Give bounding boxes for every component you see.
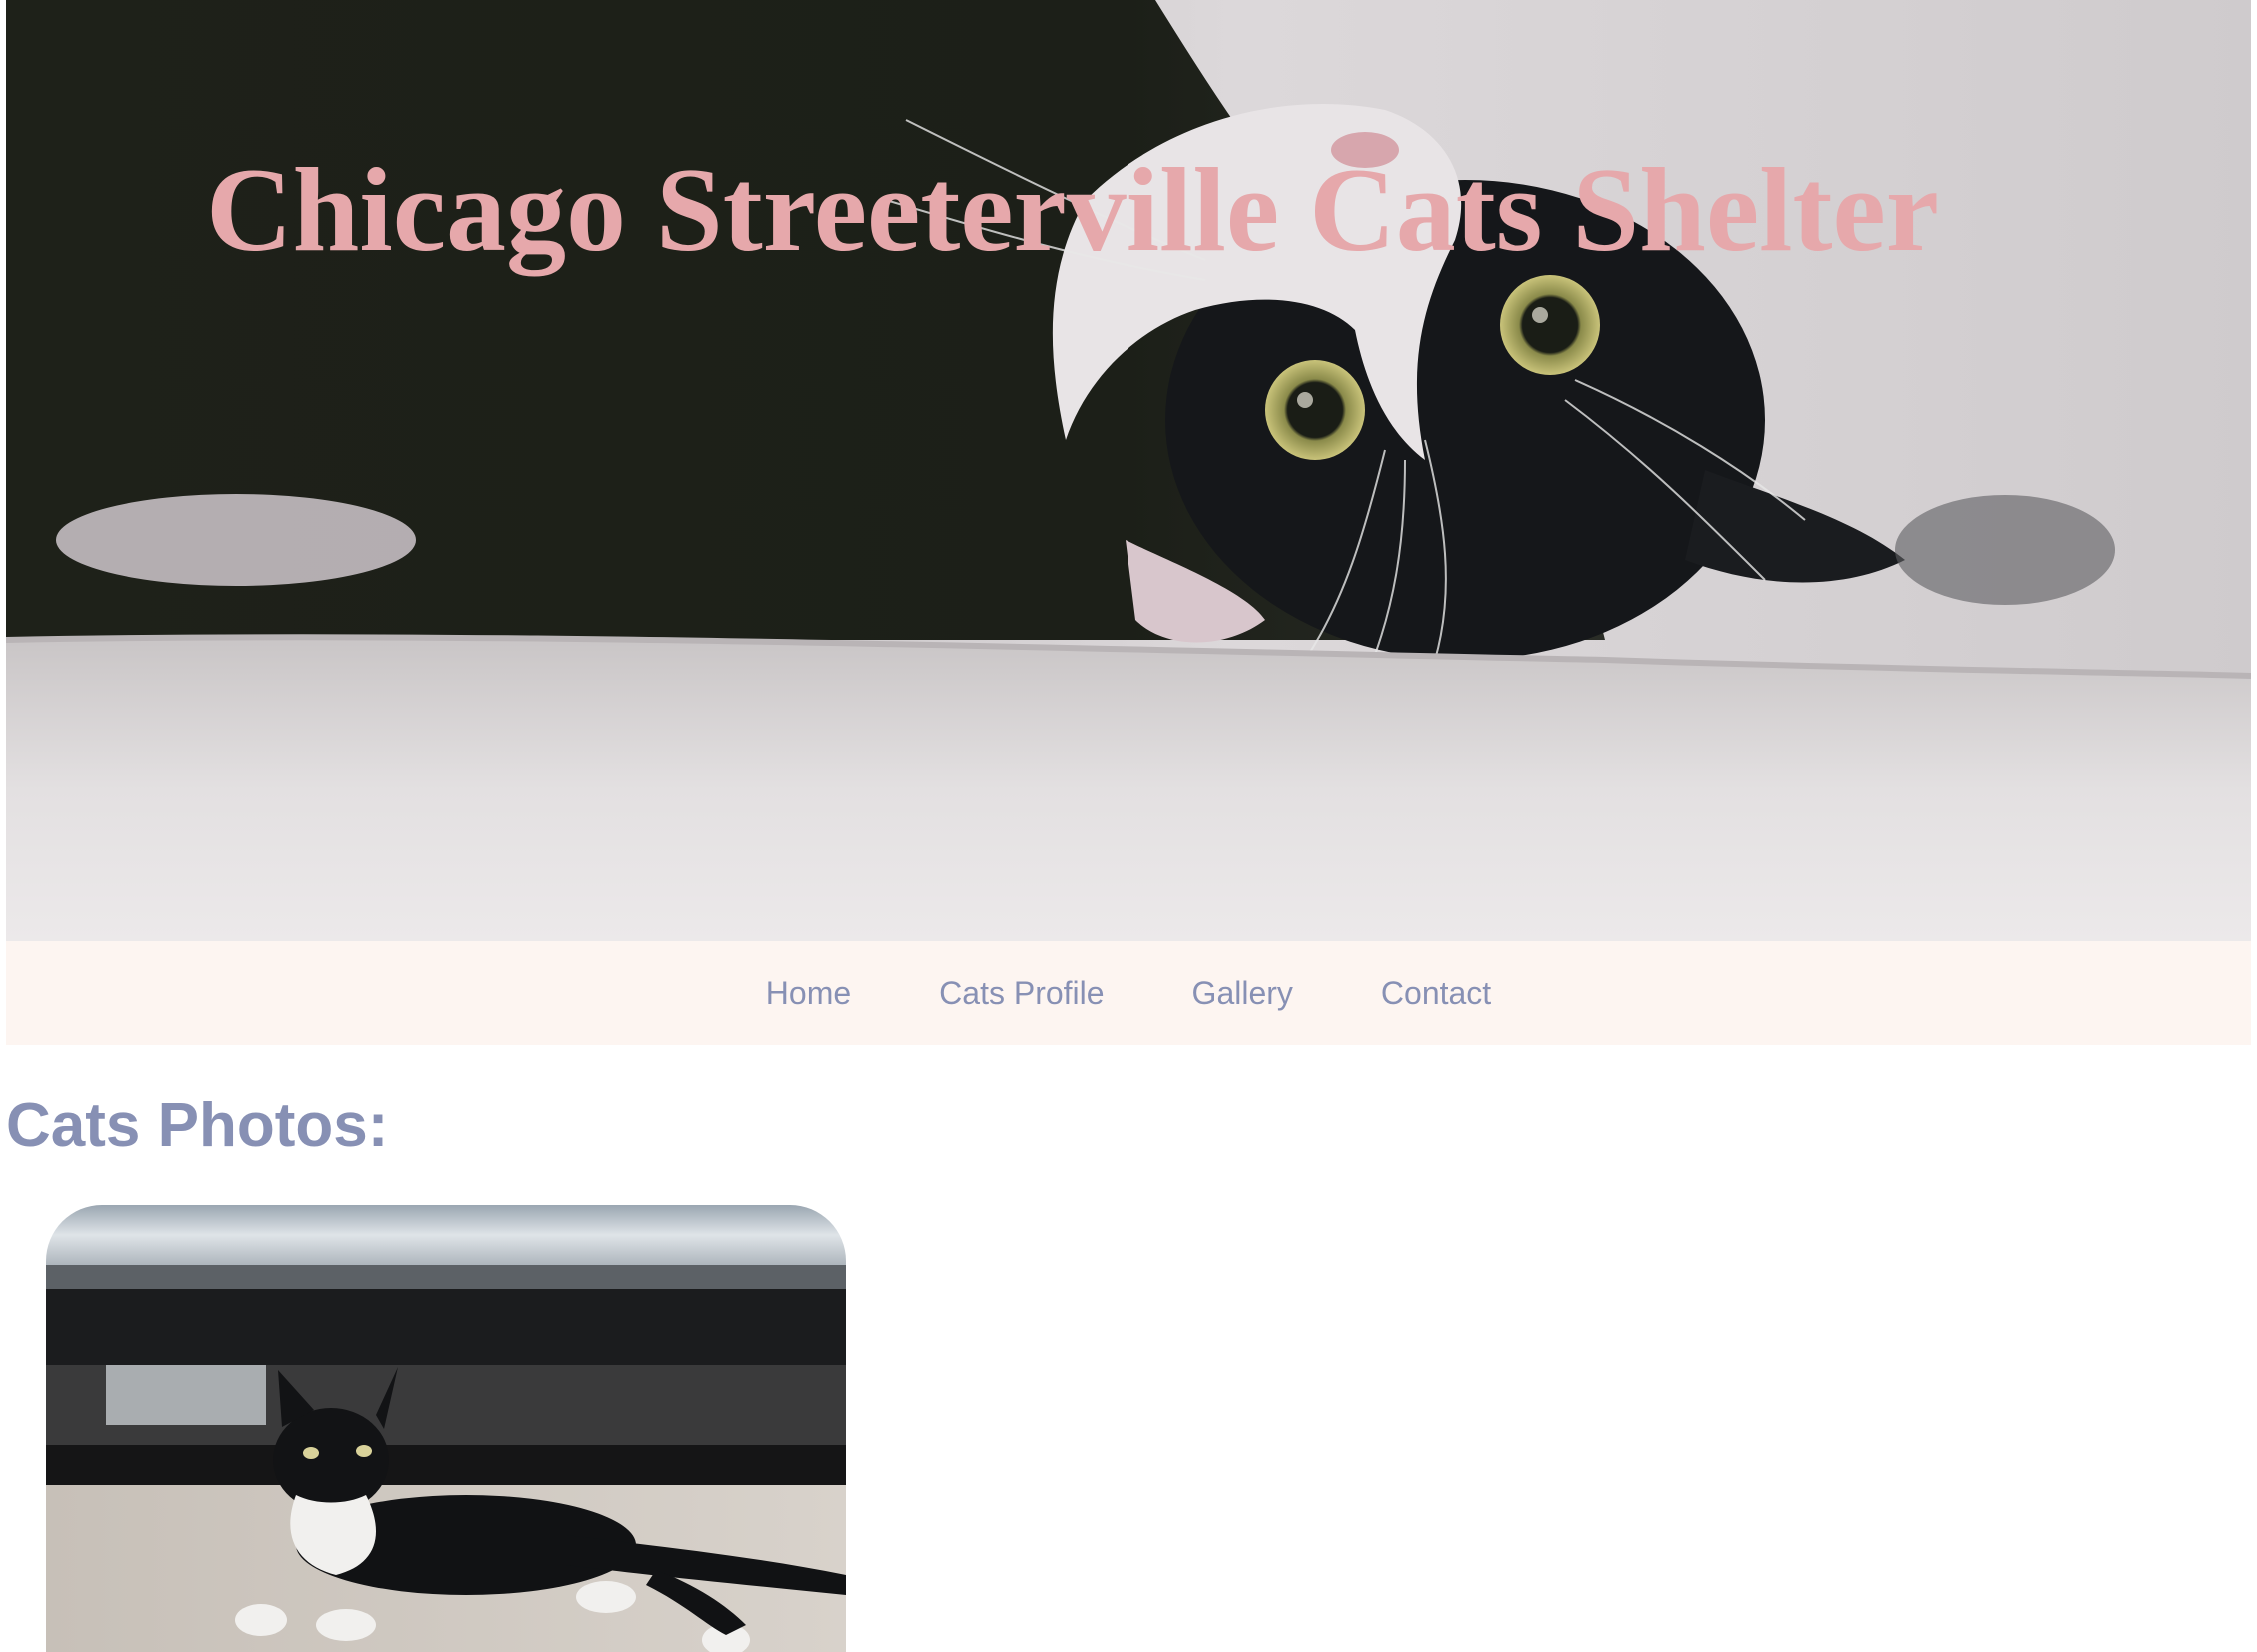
cat-photo (46, 1205, 846, 1652)
nav-link-home[interactable]: Home (766, 975, 851, 1012)
page: Chicago Streeterville Cats Shelter Home … (0, 0, 2257, 1652)
gallery-heading: Cats Photos: (6, 1091, 389, 1160)
nav-link-gallery[interactable]: Gallery (1192, 975, 1293, 1012)
cat-photo-card[interactable] (46, 1205, 846, 1652)
nav-link-cats-profile[interactable]: Cats Profile (939, 975, 1104, 1012)
main-nav: Home Cats Profile Gallery Contact (6, 941, 2251, 1045)
hero-banner: Chicago Streeterville Cats Shelter (6, 0, 2251, 941)
site-title: Chicago Streeterville Cats Shelter (206, 143, 1939, 276)
nav-link-contact[interactable]: Contact (1381, 975, 1491, 1012)
